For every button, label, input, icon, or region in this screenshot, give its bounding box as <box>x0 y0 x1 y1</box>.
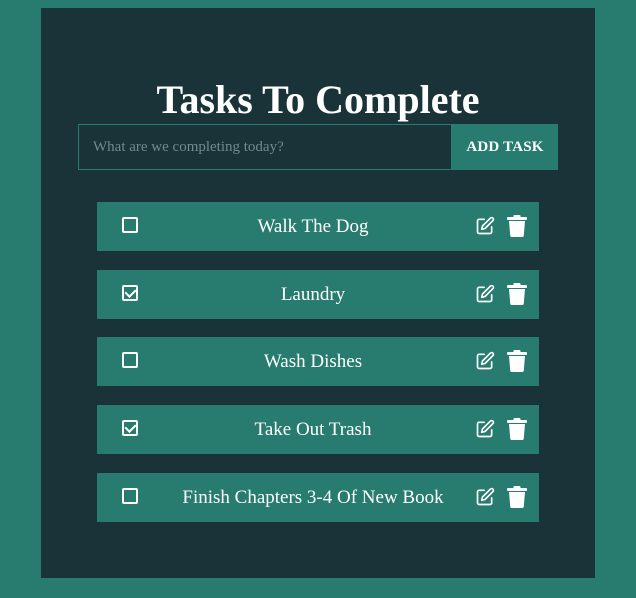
trash-icon[interactable] <box>507 486 527 508</box>
todo-app: Tasks To Complete ADD TASK Walk The Dog … <box>41 8 595 578</box>
task-label: Walk The Dog <box>257 216 369 237</box>
task-checkbox[interactable] <box>122 352 138 368</box>
task-item: Wash Dishes <box>97 337 539 386</box>
trash-icon[interactable] <box>507 215 527 237</box>
task-label: Laundry <box>280 284 346 305</box>
task-checkbox[interactable] <box>122 420 138 436</box>
task-input[interactable] <box>78 124 452 170</box>
page-title: Tasks To Complete <box>156 76 480 122</box>
task-label: Take Out Trash <box>254 419 372 440</box>
task-item: Finish Chapters 3-4 Of New Book <box>97 473 539 522</box>
trash-icon[interactable] <box>507 418 527 440</box>
task-list: Walk The Dog Laundry Wash Dishes Take Ou… <box>97 202 539 541</box>
task-checkbox[interactable] <box>122 488 138 504</box>
task-item: Take Out Trash <box>97 405 539 454</box>
trash-icon[interactable] <box>507 350 527 372</box>
task-item: Walk The Dog <box>97 202 539 251</box>
edit-icon[interactable] <box>475 487 495 507</box>
edit-icon[interactable] <box>475 216 495 236</box>
edit-icon[interactable] <box>475 419 495 439</box>
add-task-button[interactable]: ADD TASK <box>452 124 558 170</box>
task-label: Finish Chapters 3-4 Of New Book <box>182 487 444 508</box>
task-form: ADD TASK <box>78 124 558 170</box>
task-item: Laundry <box>97 270 539 319</box>
task-label: Wash Dishes <box>263 351 363 372</box>
edit-icon[interactable] <box>475 284 495 304</box>
trash-icon[interactable] <box>507 283 527 305</box>
task-checkbox[interactable] <box>122 217 138 233</box>
edit-icon[interactable] <box>475 351 495 371</box>
task-checkbox[interactable] <box>122 285 138 301</box>
